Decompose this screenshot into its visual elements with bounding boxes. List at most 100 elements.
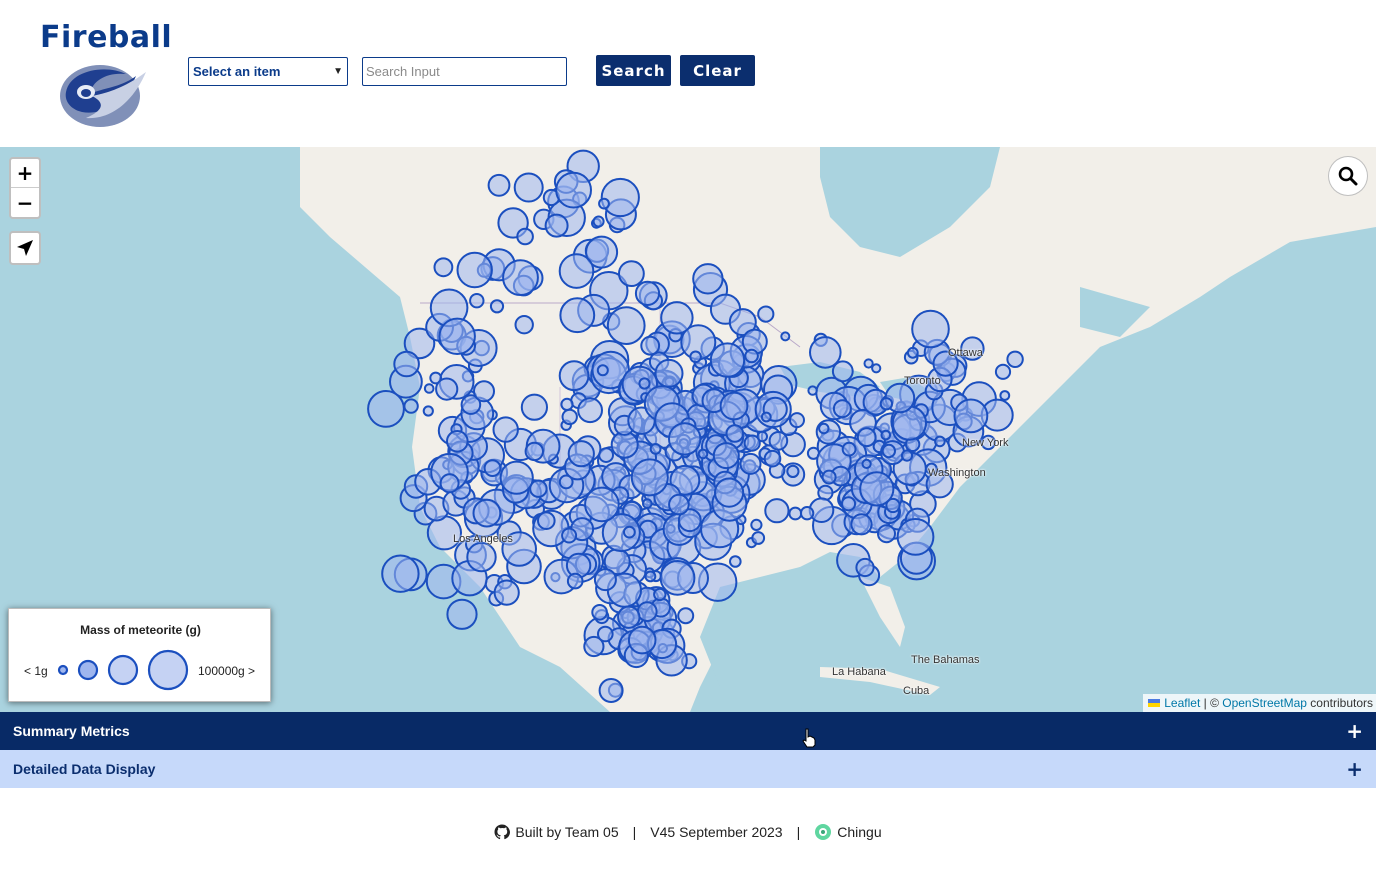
- osm-link[interactable]: OpenStreetMap: [1222, 696, 1307, 710]
- meteorite-marker[interactable]: [561, 527, 578, 544]
- meteorite-marker[interactable]: [559, 297, 596, 334]
- meteorite-marker[interactable]: [472, 498, 502, 528]
- meteorite-marker[interactable]: [863, 358, 874, 369]
- meteorite-marker[interactable]: [502, 259, 539, 297]
- meteorite-marker[interactable]: [487, 173, 511, 197]
- meteorite-marker[interactable]: [466, 541, 497, 573]
- meteorite-marker[interactable]: [636, 601, 658, 623]
- meteorite-marker[interactable]: [446, 430, 469, 453]
- meteorite-marker[interactable]: [469, 293, 485, 309]
- meteorite-marker[interactable]: [871, 363, 882, 374]
- meteorite-marker[interactable]: [788, 506, 803, 521]
- meteorite-marker[interactable]: [911, 309, 950, 349]
- built-by-link[interactable]: Built by Team 05: [515, 824, 618, 840]
- meteorite-marker[interactable]: [729, 555, 742, 568]
- meteorite-marker[interactable]: [403, 398, 419, 414]
- meteorite-marker[interactable]: [879, 397, 894, 411]
- meteorite-marker[interactable]: [560, 397, 574, 411]
- meteorite-marker[interactable]: [634, 280, 661, 306]
- meteorite-marker[interactable]: [809, 336, 842, 369]
- meteorite-marker[interactable]: [840, 496, 857, 512]
- meteorite-marker[interactable]: [381, 554, 420, 593]
- meteorite-marker[interactable]: [493, 579, 520, 606]
- github-icon[interactable]: [494, 824, 511, 840]
- meteorite-marker[interactable]: [423, 383, 435, 394]
- meteorite-marker[interactable]: [900, 449, 914, 462]
- meteorite-marker[interactable]: [689, 350, 702, 364]
- zoom-out-button[interactable]: −: [11, 188, 39, 217]
- meteorite-marker[interactable]: [877, 524, 896, 544]
- meteorite-marker[interactable]: [953, 398, 989, 434]
- meteorite-marker[interactable]: [856, 427, 877, 448]
- meteorite-marker[interactable]: [577, 397, 603, 424]
- meteorite-marker[interactable]: [597, 625, 614, 643]
- meteorite-marker[interactable]: [591, 604, 608, 621]
- meteorite-marker[interactable]: [422, 405, 434, 417]
- meteorite-marker[interactable]: [994, 363, 1012, 380]
- meteorite-marker[interactable]: [760, 411, 772, 423]
- detailed-data-accordion[interactable]: Detailed Data Display +: [0, 750, 1376, 788]
- meteorite-marker[interactable]: [558, 474, 574, 490]
- meteorite-marker[interactable]: [499, 460, 534, 495]
- meteorite-marker[interactable]: [1006, 350, 1024, 369]
- meteorite-marker[interactable]: [654, 358, 684, 388]
- meteorite-marker[interactable]: [668, 422, 702, 456]
- meteorite-marker[interactable]: [600, 177, 640, 218]
- meteorite-marker[interactable]: [764, 498, 790, 524]
- meteorite-marker[interactable]: [623, 525, 636, 539]
- clear-button[interactable]: Clear: [680, 55, 755, 86]
- meteorite-marker[interactable]: [483, 459, 502, 478]
- meteorite-marker[interactable]: [627, 625, 657, 655]
- meteorite-marker[interactable]: [763, 449, 782, 468]
- meteorite-marker[interactable]: [593, 568, 617, 592]
- meteorite-marker[interactable]: [896, 518, 935, 556]
- meteorite-marker[interactable]: [861, 458, 872, 469]
- meteorite-marker[interactable]: [433, 257, 454, 278]
- meteorite-marker[interactable]: [725, 424, 745, 443]
- meteorite-marker[interactable]: [640, 335, 661, 356]
- meteorite-marker[interactable]: [714, 477, 745, 508]
- expand-icon[interactable]: +: [1346, 721, 1363, 741]
- chingu-link[interactable]: Chingu: [837, 824, 881, 840]
- meteorite-marker[interactable]: [492, 416, 519, 443]
- search-button[interactable]: Search: [596, 55, 671, 86]
- meteorite-marker[interactable]: [489, 299, 505, 314]
- meteorite-marker[interactable]: [659, 560, 696, 596]
- meteorite-marker[interactable]: [393, 350, 420, 378]
- meteorite-marker[interactable]: [789, 412, 805, 429]
- meteorite-marker[interactable]: [653, 587, 667, 602]
- meteorite-marker[interactable]: [516, 227, 534, 246]
- meteorite-marker[interactable]: [439, 473, 460, 494]
- meteorite-marker[interactable]: [692, 263, 724, 295]
- meteorite-marker[interactable]: [855, 557, 875, 578]
- meteorite-marker[interactable]: [668, 493, 690, 516]
- meteorite-marker[interactable]: [617, 605, 641, 629]
- meteorite-marker[interactable]: [598, 678, 624, 703]
- meteorite-marker[interactable]: [513, 172, 544, 203]
- meteorite-marker[interactable]: [660, 301, 694, 335]
- meteorite-marker[interactable]: [596, 364, 609, 377]
- meteorite-marker[interactable]: [807, 385, 818, 396]
- meteorite-marker[interactable]: [739, 452, 762, 475]
- meteorite-marker[interactable]: [598, 197, 610, 210]
- meteorite-marker[interactable]: [630, 458, 669, 497]
- meteorite-marker[interactable]: [818, 422, 830, 435]
- item-select[interactable]: Select an item ▼: [188, 57, 348, 86]
- meteorite-marker[interactable]: [561, 408, 578, 426]
- meteorite-marker[interactable]: [618, 260, 645, 287]
- meteorite-marker[interactable]: [446, 598, 478, 630]
- meteorite-marker[interactable]: [456, 251, 493, 289]
- meteorite-marker[interactable]: [524, 441, 544, 462]
- meteorite-marker[interactable]: [558, 360, 590, 392]
- meteorite-marker[interactable]: [558, 253, 595, 289]
- meteorite-marker[interactable]: [514, 315, 534, 335]
- meteorite-marker[interactable]: [473, 380, 495, 403]
- meteorite-marker[interactable]: [606, 306, 646, 346]
- meteorite-marker[interactable]: [584, 486, 620, 523]
- meteorite-marker[interactable]: [567, 440, 595, 468]
- meteorite-marker[interactable]: [799, 506, 815, 521]
- meteorite-marker[interactable]: [850, 513, 873, 536]
- meteorite-marker[interactable]: [638, 377, 651, 390]
- meteorite-marker[interactable]: [880, 429, 892, 441]
- meteorite-marker[interactable]: [642, 498, 653, 509]
